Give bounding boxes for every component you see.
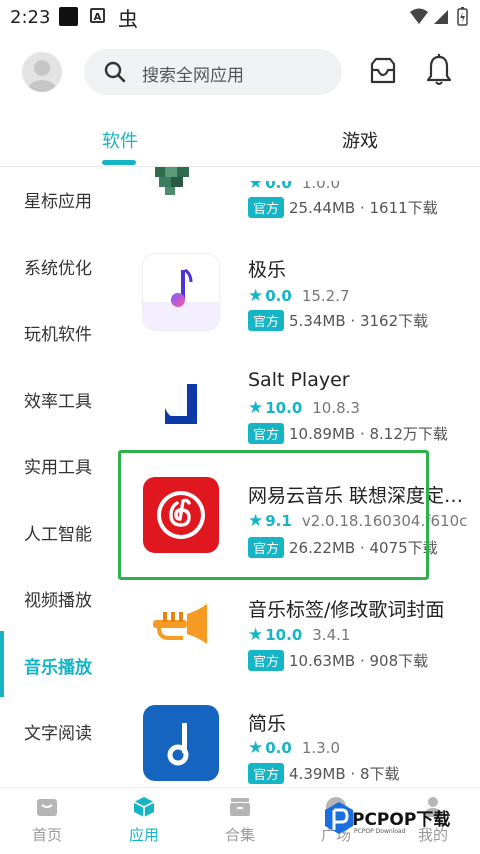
app-size-downloads: 10.63MB · 908下载	[289, 652, 429, 670]
selection-highlight-frame	[118, 450, 429, 580]
watermark-text: PCPOP下载	[352, 810, 451, 830]
sidebar-item-efficiency[interactable]: 效率工具	[24, 387, 92, 412]
nav-apps[interactable]: 应用	[109, 796, 179, 845]
star-icon: ★	[248, 738, 264, 758]
bell-icon[interactable]	[424, 54, 454, 86]
wifi-signal-battery-icon	[410, 7, 468, 26]
search-bar[interactable]: 搜索全网应用	[84, 49, 342, 95]
trumpet-app-icon	[143, 590, 219, 666]
jile-app-icon	[143, 254, 219, 330]
status-time: 2:23	[10, 7, 51, 28]
app-list-item[interactable]: 音乐标签/修改歌词封面 ★ 10.0 3.4.1 官方 10.63MB · 908下载	[120, 586, 480, 696]
app-rating-row: ★ 0.0 15.2.7	[248, 286, 350, 306]
app-rating-row: ★ 0.0 1.3.0	[248, 738, 340, 758]
nav-home[interactable]: 首页	[12, 796, 82, 845]
app-list-item[interactable]: ★ 0.0 1.0.0 官方 25.44MB · 1611下载	[120, 167, 480, 227]
sidebar-item-starred[interactable]: 星标应用	[24, 187, 92, 212]
official-badge: 官方	[248, 650, 285, 671]
star-icon: ★	[248, 173, 264, 193]
sidebar-item-tinkering[interactable]: 玩机软件	[24, 320, 92, 345]
apps-cube-icon	[133, 797, 155, 817]
app-rating-row: ★ 0.0 1.0.0	[248, 173, 340, 193]
sidebar-item-music[interactable]: 音乐播放	[24, 653, 92, 678]
search-placeholder: 搜索全网应用	[142, 66, 244, 86]
official-badge: 官方	[248, 423, 285, 444]
official-badge: 官方	[248, 763, 285, 784]
app-rating: 10.0	[265, 626, 303, 644]
app-name: 极乐	[248, 259, 287, 281]
app-size-downloads: 10.89MB · 8.12万下载	[289, 425, 448, 443]
app-rating-row: ★ 10.0 3.4.1	[248, 625, 350, 645]
app-meta-row: 官方 10.63MB · 908下载	[248, 650, 428, 671]
notification-a-icon: A	[90, 8, 105, 23]
official-badge: 官方	[248, 197, 285, 218]
status-bar: 2:23 A 虫	[0, 0, 480, 34]
tab-active-indicator	[102, 160, 136, 165]
inbox-icon[interactable]	[368, 56, 398, 86]
sidebar-item-utilities[interactable]: 实用工具	[24, 453, 92, 478]
star-icon: ★	[248, 398, 264, 418]
nav-collections[interactable]: 合集	[205, 796, 275, 845]
tab-software[interactable]: 软件	[102, 127, 138, 153]
app-version: 15.2.7	[301, 287, 350, 305]
search-icon	[104, 61, 126, 87]
app-meta-row: 官方 5.34MB · 3162下载	[248, 310, 428, 331]
app-list-item[interactable]: 极乐 ★ 0.0 15.2.7 官方 5.34MB · 3162下载	[120, 246, 480, 356]
app-rating-row: ★ 10.0 10.8.3	[248, 398, 360, 418]
nav-home-label: 首页	[31, 826, 62, 844]
app-meta-row: 官方 4.39MB · 8下载	[248, 763, 400, 784]
salt-player-app-icon	[143, 366, 219, 442]
tab-games[interactable]: 游戏	[342, 127, 378, 153]
pcpop-logo-icon	[325, 802, 353, 834]
app-version: 1.3.0	[301, 739, 340, 757]
watermark-subtext: PCPOP Download	[354, 828, 406, 835]
pcpop-watermark: PCPOP下载 PCPOP Download	[322, 796, 472, 846]
app-size-downloads: 25.44MB · 1611下载	[289, 199, 438, 217]
avatar[interactable]	[22, 52, 62, 92]
category-sidebar: 星标应用 系统优化 玩机软件 效率工具 实用工具 人工智能 视频播放 音乐播放 …	[0, 167, 120, 787]
app-rating: 10.0	[265, 399, 303, 417]
app-meta-row: 官方 25.44MB · 1611下载	[248, 197, 438, 218]
app-rating: 0.0	[265, 739, 292, 757]
app-version: 1.0.0	[301, 174, 340, 192]
collection-icon	[230, 798, 250, 816]
avatar-person-icon	[28, 60, 56, 92]
app-size-downloads: 4.39MB · 8下载	[289, 765, 400, 783]
notification-bug-icon: 虫	[118, 7, 138, 31]
star-icon: ★	[248, 625, 264, 645]
app-name: 音乐标签/修改歌词封面	[248, 599, 445, 621]
app-size-downloads: 5.34MB · 3162下载	[289, 312, 429, 330]
sidebar-item-reading[interactable]: 文字阅读	[24, 719, 92, 744]
notification-square-icon	[59, 7, 78, 26]
app-rating: 0.0	[265, 287, 292, 305]
app-name: Salt Player	[248, 369, 350, 391]
home-icon	[37, 799, 57, 816]
star-icon: ★	[248, 286, 264, 306]
app-name: 简乐	[248, 713, 287, 735]
app-meta-row: 官方 10.89MB · 8.12万下载	[248, 423, 448, 444]
sidebar-item-system-optimize[interactable]: 系统优化	[24, 254, 92, 279]
sidebar-item-video[interactable]: 视频播放	[24, 586, 92, 611]
official-badge: 官方	[248, 310, 285, 331]
app-rating: 0.0	[265, 174, 292, 192]
app-version: 3.4.1	[312, 626, 351, 644]
sidebar-active-indicator	[0, 631, 4, 697]
sidebar-item-ai[interactable]: 人工智能	[24, 520, 92, 545]
status-right-icons	[408, 6, 472, 32]
jianle-app-icon	[143, 705, 219, 781]
app-version: 10.8.3	[312, 399, 360, 417]
pixel-app-icon	[143, 127, 219, 203]
nav-apps-label: 应用	[128, 826, 159, 844]
nav-collections-label: 合集	[224, 826, 255, 844]
